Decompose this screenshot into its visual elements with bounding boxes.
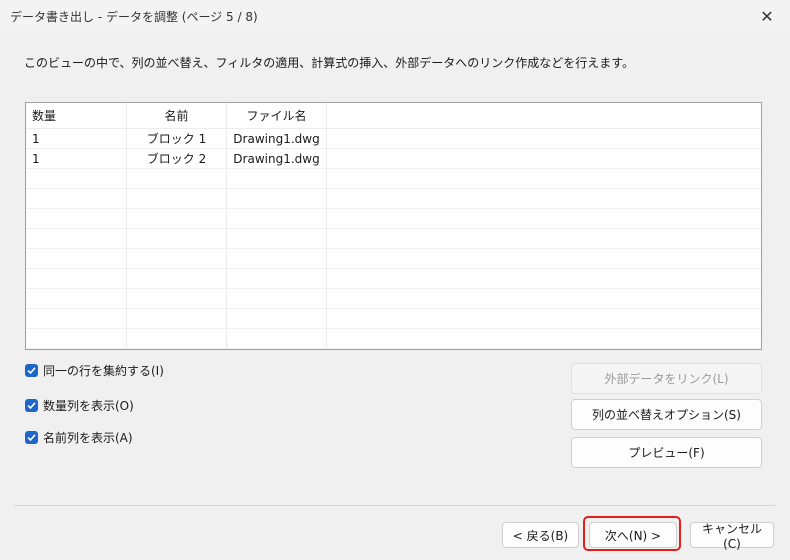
back-button[interactable]: < 戻る(B): [502, 522, 579, 548]
cell-empty: [327, 129, 761, 148]
check-icon: [27, 402, 36, 410]
cell-empty: [327, 149, 761, 168]
cell-filename: Drawing1.dwg: [227, 149, 327, 168]
cell-quantity: 1: [26, 129, 127, 148]
cell-filename: Drawing1.dwg: [227, 129, 327, 148]
collapse-rows-checkbox[interactable]: [25, 364, 38, 377]
close-button[interactable]: ✕: [744, 0, 790, 32]
window-title: データ書き出し - データを調整 (ページ 5 / 8): [10, 10, 258, 24]
empty-row: [26, 309, 761, 329]
empty-row: [26, 229, 761, 249]
footer-separator: [14, 505, 775, 506]
empty-row: [26, 329, 761, 349]
cell-name: ブロック 1: [127, 129, 227, 148]
preview-button[interactable]: プレビュー(F): [571, 437, 762, 468]
next-button[interactable]: 次へ(N) >: [589, 522, 677, 548]
close-icon: ✕: [760, 6, 774, 26]
cell-name: ブロック 2: [127, 149, 227, 168]
column-header-quantity[interactable]: 数量: [26, 103, 127, 128]
empty-row: [26, 249, 761, 269]
show-quantity-checkbox[interactable]: [25, 399, 38, 412]
column-header-name[interactable]: 名前: [127, 103, 227, 128]
cell-quantity: 1: [26, 149, 127, 168]
empty-row: [26, 289, 761, 309]
collapse-rows-label: 同一の行を集約する(I): [43, 364, 164, 378]
table-row[interactable]: 1 ブロック 2 Drawing1.dwg: [26, 149, 761, 169]
collapse-rows-option[interactable]: 同一の行を集約する(I): [25, 362, 164, 379]
show-quantity-label: 数量列を表示(O): [43, 399, 134, 413]
show-quantity-option[interactable]: 数量列を表示(O): [25, 397, 134, 414]
table-row[interactable]: 1 ブロック 1 Drawing1.dwg: [26, 129, 761, 149]
check-icon: [27, 434, 36, 442]
grid-header: 数量 名前 ファイル名: [26, 103, 761, 129]
empty-row: [26, 349, 761, 350]
column-header-empty: [327, 103, 761, 128]
show-name-option[interactable]: 名前列を表示(A): [25, 429, 133, 446]
cancel-button[interactable]: キャンセル(C): [690, 522, 774, 551]
empty-row: [26, 209, 761, 229]
instruction-text: このビューの中で、列の並べ替え、フィルタの適用、計算式の挿入、外部データへのリン…: [24, 56, 635, 70]
title-bar: データ書き出し - データを調整 (ページ 5 / 8) ✕: [0, 0, 790, 32]
show-name-checkbox[interactable]: [25, 431, 38, 444]
show-name-label: 名前列を表示(A): [43, 431, 133, 445]
link-external-data-button[interactable]: 外部データをリンク(L): [571, 363, 762, 394]
data-grid[interactable]: 数量 名前 ファイル名 1 ブロック 1 Drawing1.dwg 1 ブロック…: [25, 102, 762, 350]
check-icon: [27, 367, 36, 375]
column-header-filename[interactable]: ファイル名: [227, 103, 327, 128]
sort-options-button[interactable]: 列の並べ替えオプション(S): [571, 399, 762, 430]
empty-row: [26, 169, 761, 189]
empty-row: [26, 189, 761, 209]
empty-row: [26, 269, 761, 289]
